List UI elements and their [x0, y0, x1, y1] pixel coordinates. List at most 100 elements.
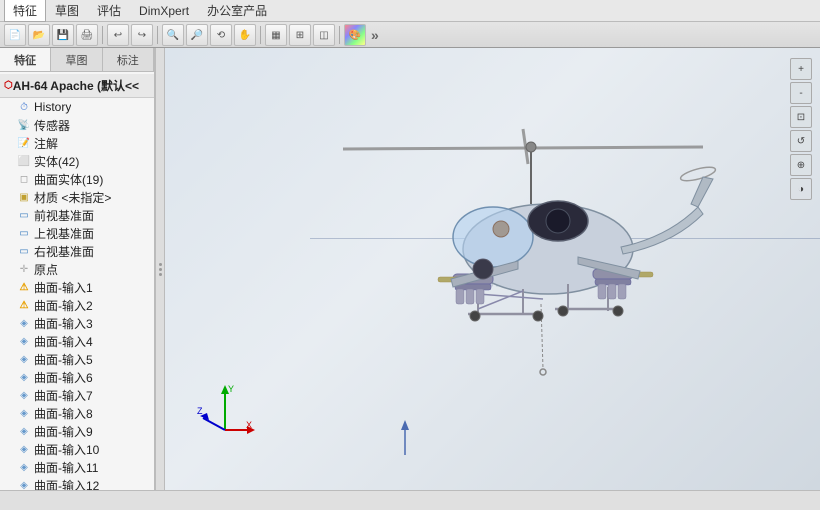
surf-icon-7: ◈ — [16, 387, 32, 403]
panel-tab-sketch[interactable]: 草图 — [51, 48, 102, 71]
tb-print-btn[interactable]: 🖨 — [76, 24, 98, 46]
right-plane-icon: ▭ — [16, 243, 32, 259]
tab-evaluate[interactable]: 评估 — [88, 0, 130, 22]
top-plane-icon: ▭ — [16, 225, 32, 241]
tree-item-curve6-label: 曲面-输入6 — [34, 369, 93, 386]
tb-save-btn[interactable]: 💾 — [52, 24, 74, 46]
tree-item-front-label: 前视基准面 — [34, 207, 94, 224]
tree-item-curve12[interactable]: ◈ 曲面-输入12 — [0, 476, 154, 490]
tree-item-right-plane[interactable]: ▭ 右视基准面 — [0, 242, 154, 260]
model-icon: ⬡ — [4, 80, 13, 91]
surf-icon-4: ◈ — [16, 333, 32, 349]
north-arrow-svg — [395, 420, 415, 460]
surf-icon-6: ◈ — [16, 369, 32, 385]
tree-item-surface[interactable]: ◻ 曲面实体(19) — [0, 170, 154, 188]
surf-icon-12: ◈ — [16, 477, 32, 490]
tree-item-history[interactable]: ⏱ History — [0, 98, 154, 116]
tree-item-material[interactable]: ▣ 材质 <未指定> — [0, 188, 154, 206]
tree-item-curve5-label: 曲面-输入5 — [34, 351, 93, 368]
front-plane-icon: ▭ — [16, 207, 32, 223]
tree-item-curve8[interactable]: ◈ 曲面-输入8 — [0, 404, 154, 422]
vp-zoom-out-btn[interactable]: - — [790, 82, 812, 104]
tree-item-front-plane[interactable]: ▭ 前视基准面 — [0, 206, 154, 224]
tree-item-curve9-label: 曲面-输入9 — [34, 423, 93, 440]
tree-item-material-label: 材质 <未指定> — [34, 189, 111, 206]
tree-item-right-label: 右视基准面 — [34, 243, 94, 260]
tb-redo-btn[interactable]: ↪ — [131, 24, 153, 46]
surf-icon-9: ◈ — [16, 423, 32, 439]
tree-root-node[interactable]: ⬡ AH-64 Apache (默认<< — [0, 74, 154, 98]
tree-item-annotations[interactable]: 📝 注解 — [0, 134, 154, 152]
warn-icon-1: ⚠ — [16, 279, 32, 295]
3d-viewport[interactable]: 沐风网 www.mfcad.com — [165, 48, 820, 490]
tree-item-curve8-label: 曲面-输入8 — [34, 405, 93, 422]
helicopter-svg — [283, 59, 763, 439]
tree-item-curve2-label: 曲面-输入2 — [34, 297, 93, 314]
tree-item-curve2[interactable]: ⚠ 曲面-输入2 — [0, 296, 154, 314]
tb-view1-btn[interactable]: ▦ — [265, 24, 287, 46]
tree-item-curve10-label: 曲面-输入10 — [34, 441, 99, 458]
surf-icon-5: ◈ — [16, 351, 32, 367]
tree-item-curve7[interactable]: ◈ 曲面-输入7 — [0, 386, 154, 404]
panel-resize-handle[interactable] — [155, 48, 165, 490]
surf-icon-3: ◈ — [16, 315, 32, 331]
tree-item-top-label: 上视基准面 — [34, 225, 94, 242]
handle-dot-3 — [159, 273, 162, 276]
vp-section-btn[interactable]: ◑ — [790, 178, 812, 200]
tb-open-btn[interactable]: 📂 — [28, 24, 50, 46]
tab-features[interactable]: 特征 — [4, 0, 46, 22]
tree-item-sensors-label: 传感器 — [34, 117, 70, 134]
surf-icon-10: ◈ — [16, 441, 32, 457]
feature-tree[interactable]: ⬡ AH-64 Apache (默认<< ⏱ History 📡 传感器 📝 注… — [0, 72, 154, 490]
tree-item-curve4[interactable]: ◈ 曲面-输入4 — [0, 332, 154, 350]
vp-zoom-in-btn[interactable]: + — [790, 58, 812, 80]
tree-item-sensors[interactable]: 📡 传感器 — [0, 116, 154, 134]
svg-text:Y: Y — [228, 384, 234, 394]
tb-view3-btn[interactable]: ◫ — [313, 24, 335, 46]
tb-zoom-in-btn[interactable]: 🔍 — [162, 24, 184, 46]
tree-item-curve5[interactable]: ◈ 曲面-输入5 — [0, 350, 154, 368]
tree-item-curve11[interactable]: ◈ 曲面-输入11 — [0, 458, 154, 476]
tree-item-curve1[interactable]: ⚠ 曲面-输入1 — [0, 278, 154, 296]
tree-item-curve9[interactable]: ◈ 曲面-输入9 — [0, 422, 154, 440]
tb-sep2 — [157, 26, 158, 44]
tree-item-curve6[interactable]: ◈ 曲面-输入6 — [0, 368, 154, 386]
tb-zoom-out-btn[interactable]: 🔎 — [186, 24, 208, 46]
history-icon: ⏱ — [16, 99, 32, 115]
tree-item-curve3[interactable]: ◈ 曲面-输入3 — [0, 314, 154, 332]
tree-item-history-label: History — [34, 100, 71, 114]
tree-item-curve4-label: 曲面-输入4 — [34, 333, 93, 350]
vp-pan-btn[interactable]: ⊕ — [790, 154, 812, 176]
tb-view2-btn[interactable]: ⊞ — [289, 24, 311, 46]
status-bar — [0, 490, 820, 510]
svg-text:Z: Z — [197, 406, 203, 416]
tb-color-btn[interactable]: 🎨 — [344, 24, 366, 46]
tab-office[interactable]: 办公室产品 — [198, 0, 276, 22]
tab-sketch[interactable]: 草图 — [46, 0, 88, 22]
tab-dimxpert[interactable]: DimXpert — [130, 1, 198, 21]
material-icon: ▣ — [16, 189, 32, 205]
tree-item-solid-label: 实体(42) — [34, 153, 79, 170]
tb-pan-btn[interactable]: ✋ — [234, 24, 256, 46]
panel-tab-annot[interactable]: 标注 — [103, 48, 154, 71]
tree-item-origin-label: 原点 — [34, 261, 58, 278]
svg-text:X: X — [246, 420, 252, 430]
tree-item-top-plane[interactable]: ▭ 上视基准面 — [0, 224, 154, 242]
tb-expand-btn[interactable]: » — [368, 27, 382, 43]
origin-icon: ✛ — [16, 261, 32, 277]
annot-icon: 📝 — [16, 135, 32, 151]
vp-rotate-btn[interactable]: ↺ — [790, 130, 812, 152]
tb-undo-btn[interactable]: ↩ — [107, 24, 129, 46]
tree-item-curve1-label: 曲面-输入1 — [34, 279, 93, 296]
tree-item-origin[interactable]: ✛ 原点 — [0, 260, 154, 278]
panel-tab-features[interactable]: 特征 — [0, 48, 51, 71]
tb-new-btn[interactable]: 📄 — [4, 24, 26, 46]
vp-fit-btn[interactable]: ⊡ — [790, 106, 812, 128]
tree-item-curve10[interactable]: ◈ 曲面-输入10 — [0, 440, 154, 458]
tree-item-solid[interactable]: ⬜ 实体(42) — [0, 152, 154, 170]
tree-item-surface-label: 曲面实体(19) — [34, 171, 103, 188]
tb-rotate-btn[interactable]: ⟲ — [210, 24, 232, 46]
tree-root-label: AH-64 Apache (默认<< — [13, 77, 139, 94]
tree-item-curve12-label: 曲面-输入12 — [34, 477, 99, 491]
panel-tabs: 特征 草图 标注 — [0, 48, 154, 72]
